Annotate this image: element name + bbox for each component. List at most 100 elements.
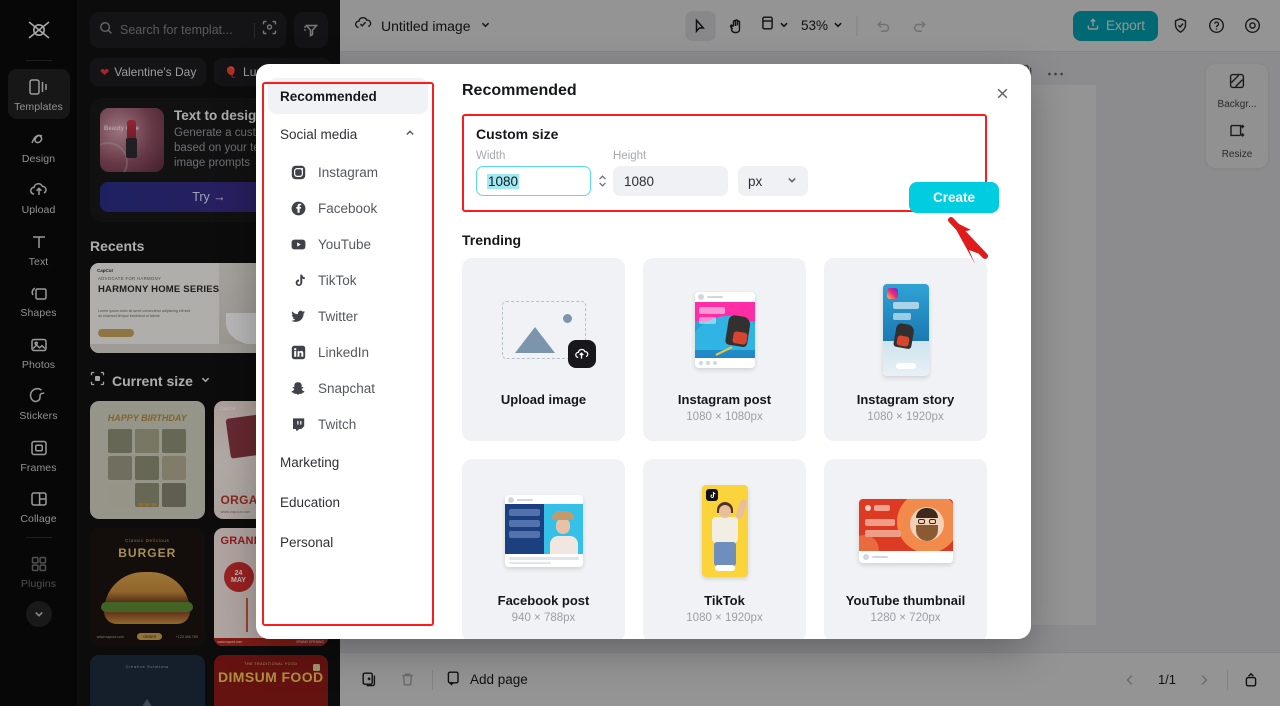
unit-value: px (748, 173, 763, 189)
category-tiktok[interactable]: TikTok (278, 262, 428, 298)
category-twitter[interactable]: Twitter (278, 298, 428, 334)
app-root: Templates Design Upload Text Shapes Phot… (0, 0, 1280, 706)
category-youtube[interactable]: YouTube (278, 226, 428, 262)
category-label: Recommended (280, 88, 377, 104)
trending-card-tiktok[interactable]: TikTok 1080 × 1920px (643, 459, 806, 639)
custom-size-heading: Custom size (476, 126, 559, 142)
instagram-icon (886, 288, 898, 299)
size-fields: Width 1080 Height 1080 px (476, 150, 973, 196)
category-recommended[interactable]: Recommended (268, 78, 428, 114)
fb-post-image (504, 504, 583, 554)
snapchat-icon (290, 380, 307, 397)
trending-card-name: TikTok (704, 593, 745, 608)
category-label: TikTok (318, 272, 357, 288)
trending-card-name: Upload image (500, 392, 587, 407)
trending-grid: Upload image Instagram post 1080 × 1080p… (462, 258, 987, 639)
trending-card-dim: 1080 × 1080px (686, 411, 763, 423)
ig-post-header (695, 292, 755, 302)
category-label: Marketing (280, 454, 340, 470)
category-personal[interactable]: Personal (268, 522, 428, 562)
category-label: Twitter (318, 308, 358, 324)
category-label: Personal (280, 534, 334, 550)
create-button[interactable]: Create (908, 182, 999, 213)
tiktok-icon (290, 272, 307, 289)
category-education[interactable]: Education (268, 482, 428, 522)
category-linkedin[interactable]: LinkedIn (278, 334, 428, 370)
mountain-shape (514, 327, 555, 353)
chevron-down-icon (786, 174, 798, 189)
pointer-arrow-annotation (948, 217, 988, 264)
twitter-icon (290, 308, 307, 325)
instagram-post-thumb (694, 280, 755, 380)
yt-thumb-footer (859, 551, 953, 563)
instagram-icon (290, 164, 307, 181)
width-field-group: Width 1080 (476, 150, 591, 196)
tiktok-mock (701, 485, 748, 577)
trending-card-name: YouTube thumbnail (845, 593, 966, 608)
trending-card-dim: 1280 × 720px (870, 612, 941, 624)
linkedin-icon (290, 344, 307, 361)
yt-thumb-mock (858, 499, 953, 563)
height-input[interactable]: 1080 (613, 166, 728, 196)
trending-card-dim: 940 × 788px (511, 612, 576, 624)
upload-image-thumb (501, 280, 596, 380)
stepper-updown-icon[interactable] (593, 166, 611, 196)
trending-card-upload-image[interactable]: Upload image (462, 258, 625, 441)
sun-dot-shape (562, 314, 572, 323)
category-label: Twitch (318, 416, 357, 432)
width-label: Width (476, 150, 506, 162)
category-label: LinkedIn (318, 344, 370, 360)
height-field-group: Height 1080 (613, 150, 728, 196)
youtube-icon (290, 236, 307, 253)
modal-title: Recommended (462, 82, 577, 99)
trending-card-dim: 1080 × 1920px (686, 612, 763, 624)
yt-thumb-image (858, 499, 953, 551)
trending-card-instagram-story[interactable]: Instagram story 1080 × 1920px (824, 258, 987, 441)
category-label: Facebook (318, 200, 378, 216)
modal-category-sidebar: Recommended Social media Instagram Faceb… (256, 64, 440, 639)
tiktok-thumb (701, 481, 748, 581)
trending-card-dim: 1080 × 1920px (867, 411, 944, 423)
category-label: Education (280, 494, 341, 510)
category-snapchat[interactable]: Snapchat (278, 370, 428, 406)
instagram-story-thumb (882, 280, 929, 380)
category-label: Social media (280, 126, 358, 142)
ig-post-image (694, 302, 755, 358)
modal-main: Recommended Custom size Width 1080 Heigh… (440, 64, 1031, 639)
ig-post-footer (695, 358, 755, 368)
ig-story-mock (882, 284, 929, 376)
category-marketing[interactable]: Marketing (268, 442, 428, 482)
ig-post-mock (694, 292, 755, 368)
category-label: Snapchat (318, 380, 376, 396)
chevron-up-icon (404, 127, 416, 142)
twitch-icon (290, 416, 307, 433)
trending-card-youtube-thumbnail[interactable]: YouTube thumbnail 1280 × 720px (824, 459, 987, 639)
unit-select[interactable]: px (738, 166, 808, 196)
facebook-icon (290, 200, 307, 217)
height-label: Height (613, 150, 647, 162)
width-value: 1080 (487, 173, 520, 189)
size-picker-modal: Recommended Social media Instagram Faceb… (256, 64, 1031, 639)
trending-card-facebook-post[interactable]: Facebook post 940 × 788px (462, 459, 625, 639)
trending-card-name: Instagram post (677, 392, 772, 407)
tiktok-icon (705, 489, 718, 501)
social-media-sublist: Instagram Facebook YouTube TikTok Twitte… (268, 154, 428, 442)
height-value: 1080 (624, 173, 655, 189)
fb-post-header (505, 495, 583, 504)
trending-card-name: Facebook post (497, 593, 590, 608)
facebook-post-thumb (504, 481, 583, 581)
category-facebook[interactable]: Facebook (278, 190, 428, 226)
upload-thumb-wrap (501, 301, 596, 368)
trending-heading: Trending (462, 232, 522, 248)
upload-cloud-icon (567, 340, 596, 368)
category-social-media[interactable]: Social media (268, 114, 428, 154)
width-input[interactable]: 1080 (476, 166, 591, 196)
fb-post-footer (505, 554, 583, 567)
trending-card-instagram-post[interactable]: Instagram post 1080 × 1080px (643, 258, 806, 441)
category-instagram[interactable]: Instagram (278, 154, 428, 190)
category-twitch[interactable]: Twitch (278, 406, 428, 442)
close-icon[interactable] (991, 82, 1013, 104)
fb-post-mock (504, 495, 583, 567)
category-label: Instagram (318, 164, 379, 180)
youtube-thumbnail-thumb (858, 481, 953, 581)
